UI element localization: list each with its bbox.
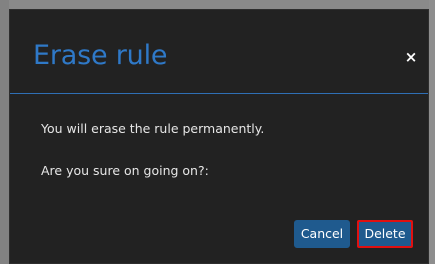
backdrop-edge-top bbox=[0, 0, 435, 9]
cancel-button[interactable]: Cancel bbox=[294, 220, 350, 248]
delete-button[interactable]: Delete bbox=[357, 220, 413, 248]
warning-message: You will erase the rule permanently. bbox=[41, 121, 265, 136]
close-icon[interactable]: × bbox=[404, 48, 418, 66]
dialog-title: Erase rule bbox=[33, 40, 168, 71]
erase-rule-dialog: Erase rule × You will erase the rule per… bbox=[9, 9, 429, 264]
backdrop-edge-right bbox=[429, 0, 435, 264]
backdrop-edge-left bbox=[0, 0, 9, 264]
confirmation-question: Are you sure on going on?: bbox=[41, 163, 209, 178]
dialog-header: Erase rule × bbox=[10, 10, 428, 94]
